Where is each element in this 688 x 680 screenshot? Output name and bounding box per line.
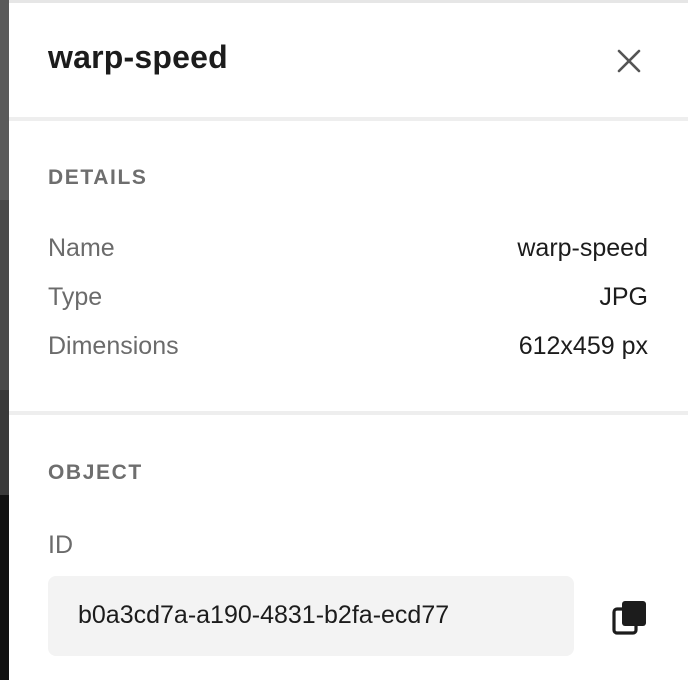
- copy-button[interactable]: [611, 599, 649, 637]
- detail-value: 612x459 px: [518, 332, 648, 360]
- id-label: ID: [48, 531, 73, 559]
- detail-row-dimensions: Dimensions 612x459 px: [48, 332, 648, 366]
- copy-icon: [612, 601, 646, 635]
- panel-header: warp-speed: [9, 3, 688, 117]
- background-strip: [0, 0, 9, 680]
- id-value: b0a3cd7a-a190-4831-b2fa-ecd77: [78, 601, 450, 629]
- close-button[interactable]: [613, 45, 645, 77]
- divider: [9, 411, 688, 415]
- detail-value: warp-speed: [517, 234, 648, 262]
- detail-label: Dimensions: [48, 332, 179, 360]
- id-field[interactable]: b0a3cd7a-a190-4831-b2fa-ecd77: [48, 576, 574, 656]
- detail-value: JPG: [599, 283, 648, 311]
- details-section-title: DETAILS: [48, 166, 148, 189]
- detail-label: Type: [48, 283, 103, 311]
- panel-title: warp-speed: [48, 39, 228, 75]
- detail-row-name: Name warp-speed: [48, 234, 648, 268]
- divider: [9, 117, 688, 121]
- detail-row-type: Type JPG: [48, 283, 648, 317]
- detail-label: Name: [48, 234, 115, 262]
- close-icon: [617, 49, 641, 73]
- details-panel: warp-speed DETAILS Name warp-speed Type …: [9, 0, 688, 680]
- object-section-title: OBJECT: [48, 461, 143, 484]
